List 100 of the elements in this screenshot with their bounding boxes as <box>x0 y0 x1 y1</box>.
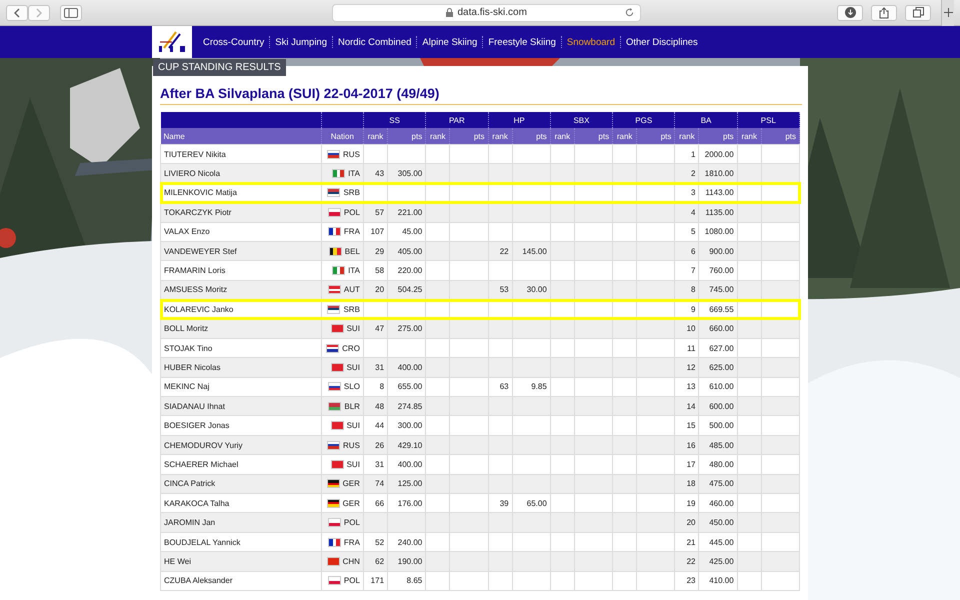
nav-link[interactable]: Nordic Combined <box>333 36 416 48</box>
flag-icon <box>327 304 340 314</box>
table-cell: RUS <box>343 150 360 159</box>
table-cell: AMSUESS Moritz <box>160 280 322 300</box>
nav-link[interactable]: Alpine Skiing <box>417 36 482 48</box>
sidebar-button[interactable] <box>60 4 82 20</box>
table-cell: GER <box>342 479 360 488</box>
flag-icon <box>330 421 344 430</box>
table-cell: 410.00 <box>709 576 734 586</box>
table-cell: 300.00 <box>398 421 422 430</box>
page-title: After BA Silvaplana (SUI) 22-04-2017 (49/49) <box>160 80 802 105</box>
table-cell: 13 <box>686 382 696 392</box>
sidebar-icon <box>64 8 78 18</box>
table-cell: 30.00 <box>526 285 547 294</box>
table-cell: 52 <box>375 538 384 546</box>
table-cell: VANDEWEYER Stef <box>160 241 322 261</box>
table-cell: HE Wei <box>160 552 322 572</box>
table-cell: 240.00 <box>398 538 422 546</box>
table-cell: 125.00 <box>398 479 422 488</box>
new-tab-button[interactable] <box>941 0 954 26</box>
table-cell: 2000.00 <box>704 150 734 159</box>
table-cell: 107 <box>370 227 384 236</box>
flag-icon <box>327 440 340 450</box>
table-cell: 274.85 <box>398 402 422 411</box>
nav-link[interactable]: Cross-Country <box>198 36 270 48</box>
table-cell: CINCA Patrick <box>160 474 322 494</box>
table-cell: 39 <box>500 498 509 508</box>
reload-icon[interactable] <box>625 8 634 16</box>
table-cell: 176.00 <box>398 498 422 508</box>
column-header: rank <box>488 128 512 144</box>
column-header: rank <box>426 128 450 144</box>
flag-icon <box>328 538 341 546</box>
column-header: rank <box>550 128 574 144</box>
column-header: pts <box>388 128 426 144</box>
table-cell: CHEMODUROV Yuriy <box>160 435 322 455</box>
table-cell: 6 <box>691 246 696 256</box>
table-cell: 1810.00 <box>704 169 734 178</box>
table-cell: 475.00 <box>709 479 734 488</box>
section-tab[interactable]: CUP STANDING RESULTS <box>153 59 286 76</box>
flag-icon <box>330 362 344 372</box>
table-cell: 275.00 <box>398 324 422 334</box>
table-cell: SCHAERER Michael <box>160 454 322 474</box>
table-cell: 44 <box>375 421 384 430</box>
table-cell: 429.10 <box>398 440 422 450</box>
share-icon <box>879 6 890 18</box>
table-cell: SRB <box>343 304 360 314</box>
flag-icon <box>328 227 341 236</box>
column-header: rank <box>674 128 699 144</box>
logo-icon[interactable] <box>152 26 192 58</box>
flag-icon <box>328 246 342 256</box>
table-cell: 22 <box>686 556 696 566</box>
table-cell: 445.00 <box>709 538 734 546</box>
table-cell: 450.00 <box>709 518 734 528</box>
table-cell: BEL <box>344 246 360 256</box>
column-header: pts <box>698 128 738 144</box>
table-cell: SUI <box>346 421 360 430</box>
table-cell: 17 <box>686 460 696 469</box>
table-cell: 66 <box>375 498 384 508</box>
download-button[interactable] <box>837 4 864 20</box>
table-cell: 1135.00 <box>705 208 734 217</box>
tabs-button[interactable] <box>905 4 932 20</box>
table-cell: 400.00 <box>398 362 422 372</box>
table-cell: 20 <box>375 285 384 294</box>
nav-link[interactable]: Freestyle Skiing <box>483 36 561 48</box>
table-cell: 3 <box>691 188 696 198</box>
share-button[interactable] <box>871 4 898 20</box>
table-cell: 760.00 <box>709 266 734 276</box>
table-cell: 190.00 <box>398 556 422 566</box>
flag-icon <box>328 285 341 294</box>
tabs-icon <box>912 7 924 18</box>
chevron-right-icon <box>35 8 43 18</box>
table-cell: 500.00 <box>709 421 734 430</box>
table-cell: 48 <box>375 402 384 411</box>
table-cell: 1080.00 <box>704 227 734 236</box>
table-cell: GER <box>342 498 360 508</box>
table-cell: 21 <box>686 538 696 546</box>
table-cell: 43 <box>375 169 384 178</box>
table-cell: CHN <box>342 556 360 566</box>
table-cell: 425.00 <box>709 556 734 566</box>
table-cell: POL <box>344 576 360 586</box>
column-header: pts <box>450 128 488 144</box>
table-cell: 65.00 <box>526 498 547 508</box>
column-header: Name <box>160 128 322 144</box>
column-header: rank <box>737 128 762 144</box>
table-cell: 58 <box>375 266 384 276</box>
table-cell: BLR <box>344 402 360 411</box>
nav-link[interactable]: Ski Jumping <box>270 36 332 48</box>
table-cell: 14 <box>686 402 696 411</box>
table-cell: SUI <box>346 460 360 469</box>
table-cell: 2 <box>691 169 696 178</box>
table-cell: 11 <box>687 344 696 353</box>
table-cell: LIVIERO Nicola <box>160 164 322 184</box>
back-button[interactable] <box>6 4 28 20</box>
flag-icon <box>332 266 346 276</box>
table-cell: SUI <box>346 324 360 334</box>
table-cell: 10 <box>686 324 696 334</box>
table-cell: 660.00 <box>709 324 734 334</box>
nav-link[interactable]: Snowboard <box>562 36 620 48</box>
address-field[interactable]: data.fis-ski.com <box>332 4 642 22</box>
nav-link[interactable]: Other Disciplines <box>620 36 703 48</box>
